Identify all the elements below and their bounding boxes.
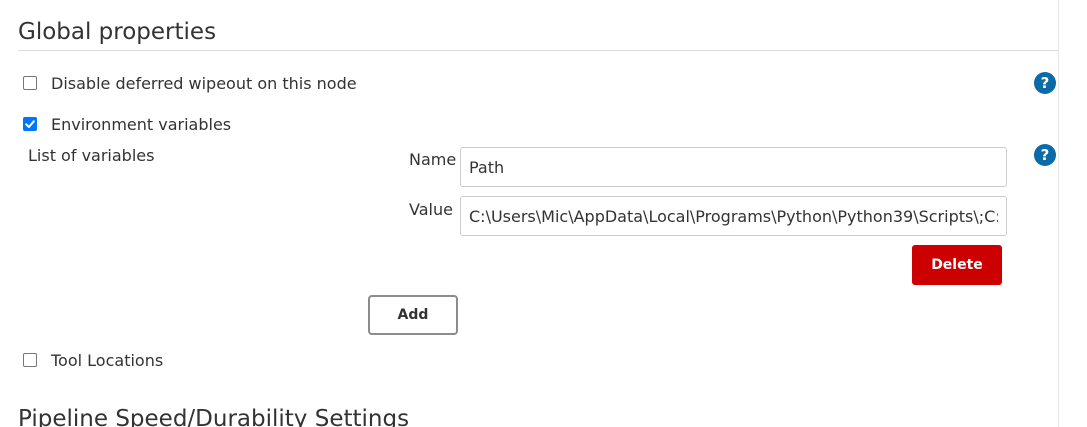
page: Global properties Disable deferred wipeo… [0,0,1087,427]
option-environment-variables[interactable]: Environment variables [23,113,231,135]
section-title-global-properties: Global properties [18,19,217,45]
help-icon[interactable]: ? [1034,144,1056,166]
add-button[interactable]: Add [368,295,458,335]
list-of-variables-label: List of variables [28,146,155,165]
right-border [1058,0,1059,427]
option-deferred-wipeout[interactable]: Disable deferred wipeout on this node [23,72,357,94]
help-icon[interactable]: ? [1034,72,1056,94]
tool-locations-checkbox[interactable] [23,353,37,367]
value-label: Value [409,200,453,219]
checkmark-icon [25,120,35,128]
section-divider [18,50,1058,51]
env-value-input[interactable] [460,196,1007,236]
environment-variables-label: Environment variables [51,114,232,134]
section-title-pipeline-speed: Pipeline Speed/Durability Settings [18,406,410,427]
deferred-wipeout-checkbox[interactable] [23,76,37,90]
tool-locations-label: Tool Locations [51,350,164,370]
option-tool-locations[interactable]: Tool Locations [23,349,163,371]
name-label: Name [409,150,457,169]
environment-variables-checkbox[interactable] [23,117,37,131]
delete-button[interactable]: Delete [912,245,1002,285]
env-name-input[interactable] [460,147,1007,187]
deferred-wipeout-label: Disable deferred wipeout on this node [51,73,357,93]
